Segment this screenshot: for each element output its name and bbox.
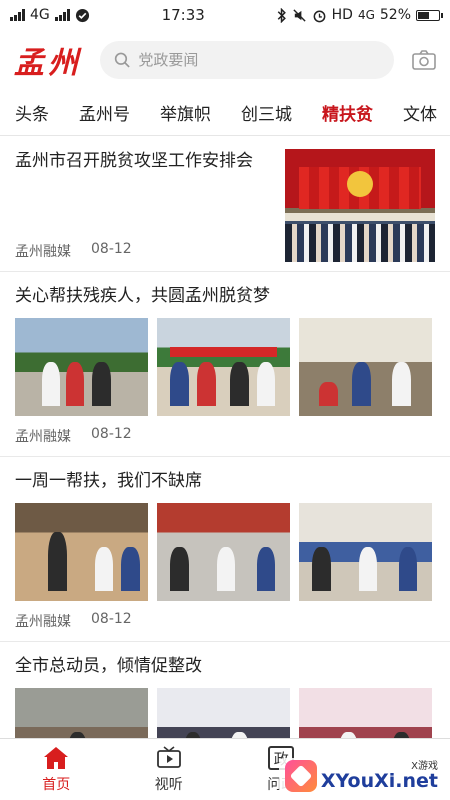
article-card[interactable]: 关心帮扶残疾人，共圆孟州脱贫梦 孟州融媒 08-12 <box>0 272 450 457</box>
article-source: 孟州融媒 <box>15 244 71 260</box>
thumbnail-row <box>15 503 435 601</box>
thumbnail-row <box>15 318 435 416</box>
article-card[interactable]: 一周一帮扶，我们不缺席 孟州融媒 08-12 <box>0 457 450 642</box>
check-circle-icon <box>75 8 89 22</box>
tab-chuangsancheng[interactable]: 创三城 <box>226 100 307 125</box>
signal-icon-2 <box>54 9 70 21</box>
article-title: 全市总动员，倾情促整改 <box>15 656 202 676</box>
camera-icon <box>412 50 436 70</box>
article-thumbnail <box>285 149 435 262</box>
home-icon <box>42 745 70 771</box>
tab-juqizhi[interactable]: 举旗帜 <box>145 100 226 125</box>
search-icon <box>114 52 130 68</box>
news-feed[interactable]: 孟州市召开脱贫攻坚工作安排会 孟州融媒 08-12 关心帮扶残疾人，共圆孟州脱贫… <box>0 137 450 738</box>
network-label: 4G <box>30 7 50 23</box>
nav-home-label: 首页 <box>42 777 71 793</box>
battery-percent: 52% <box>379 7 411 23</box>
article-thumbnail <box>157 503 290 601</box>
article-thumbnail <box>15 503 148 601</box>
tab-wenti[interactable]: 文体 <box>388 100 450 125</box>
article-thumbnail <box>157 318 290 416</box>
article-thumbnail <box>299 688 432 738</box>
article-thumbnail <box>299 318 432 416</box>
hd-label: HD <box>331 7 353 23</box>
article-card[interactable]: 全市总动员，倾情促整改 <box>0 642 450 738</box>
article-thumbnail <box>15 318 148 416</box>
status-bar: 4G 17:33 HD 4G 52% <box>0 0 450 30</box>
camera-button[interactable] <box>410 46 438 74</box>
watermark-main: XYouXi.net <box>320 769 438 792</box>
article-title: 孟州市召开脱贫攻坚工作安排会 <box>15 151 253 171</box>
search-bar[interactable] <box>100 41 394 79</box>
tab-toutiao[interactable]: 头条 <box>0 100 64 125</box>
article-meta: 孟州融媒 08-12 <box>15 611 435 631</box>
article-date: 08-12 <box>91 426 132 442</box>
signal-icon <box>10 9 25 21</box>
article-title: 关心帮扶残疾人，共圆孟州脱贫梦 <box>15 286 270 306</box>
clock: 17:33 <box>161 6 205 24</box>
article-date: 08-12 <box>91 241 132 257</box>
search-input[interactable] <box>138 51 380 69</box>
battery-icon <box>416 9 443 21</box>
article-meta: 孟州融媒 08-12 <box>15 426 435 446</box>
app-header: 孟州 <box>0 30 450 90</box>
tab-jingfupin[interactable]: 精扶贫 <box>307 100 388 125</box>
category-tabs: 头条 孟州号 举旗帜 创三城 精扶贫 文体 <box>0 90 450 136</box>
article-source: 孟州融媒 <box>15 429 71 445</box>
bluetooth-icon <box>277 7 286 23</box>
article-thumbnail <box>157 688 290 738</box>
nav-home[interactable]: 首页 <box>0 739 113 800</box>
thumbnail-row <box>15 688 435 738</box>
article-title: 一周一帮扶，我们不缺席 <box>15 471 202 491</box>
article-thumbnail <box>299 503 432 601</box>
mute-icon <box>293 8 306 22</box>
tv-icon <box>155 745 183 771</box>
article-card[interactable]: 孟州市召开脱贫攻坚工作安排会 孟州融媒 08-12 <box>0 137 450 272</box>
app-logo[interactable]: 孟州 <box>14 38 84 82</box>
network-label-right: 4G <box>357 8 375 22</box>
nav-video[interactable]: 视听 <box>113 739 226 800</box>
alarm-icon <box>313 10 326 22</box>
article-date: 08-12 <box>91 611 132 627</box>
article-source: 孟州融媒 <box>15 614 71 630</box>
watermark-logo-icon <box>284 760 317 792</box>
site-watermark: X游戏 XYouXi.net <box>278 758 444 794</box>
article-meta: 孟州融媒 08-12 <box>15 241 270 261</box>
nav-video-label: 视听 <box>154 777 183 793</box>
article-thumbnail <box>15 688 148 738</box>
tab-mengzhouhao[interactable]: 孟州号 <box>64 100 145 125</box>
